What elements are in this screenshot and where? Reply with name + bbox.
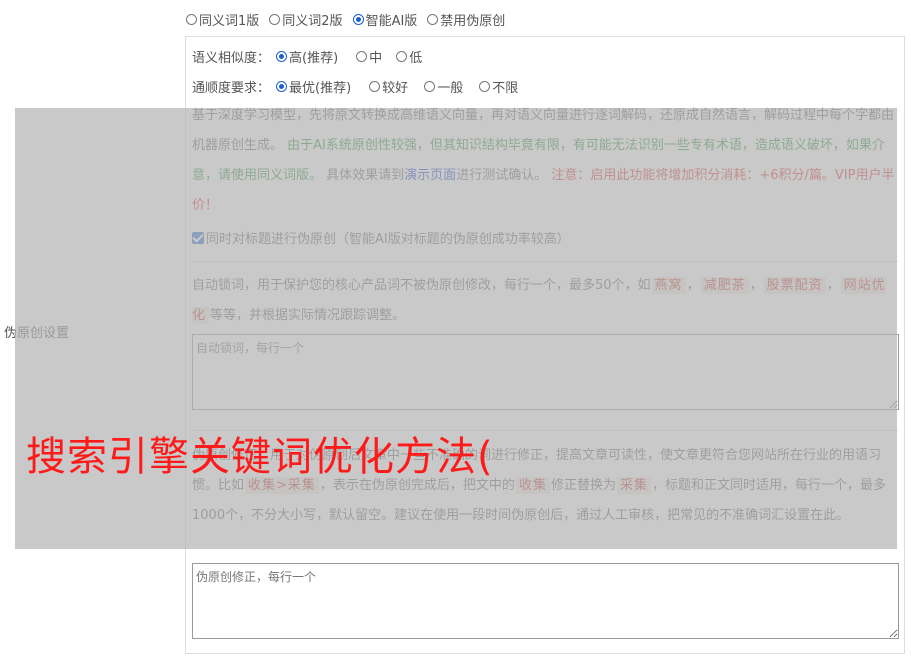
similarity-low[interactable]: 低: [396, 47, 422, 66]
radio-icon[interactable]: [427, 13, 439, 25]
settings-panel: 语义相似度： 高(推荐) 中 低 通顺度要求： 最优(推荐) 较好 一般 不限 …: [185, 36, 905, 654]
similarity-row: 语义相似度： 高(推荐) 中 低: [192, 47, 432, 66]
radio-icon[interactable]: [186, 13, 197, 25]
radio-icon[interactable]: [424, 81, 436, 92]
correction-example: 采集: [616, 477, 651, 494]
title-option-label: 同时对标题进行伪原创（智能AI版对标题的伪原创成功率较高）: [206, 232, 570, 247]
fluency-label: 通顺度要求：: [192, 81, 271, 96]
fluency-row: 通顺度要求： 最优(推荐) 较好 一般 不限: [192, 77, 528, 96]
radio-icon[interactable]: [396, 51, 408, 62]
title-option[interactable]: 同时对标题进行伪原创（智能AI版对标题的伪原创成功率较高）: [192, 228, 570, 247]
fluency-best[interactable]: 最优(推荐): [276, 77, 351, 96]
demo-page-link[interactable]: 演示页面: [404, 168, 456, 183]
mode-option-ai[interactable]: 智能AI版: [352, 10, 417, 29]
divider: [192, 261, 898, 262]
mode-option-disable[interactable]: 禁用伪原创: [427, 10, 505, 29]
fluency-normal[interactable]: 一般: [424, 77, 463, 96]
ai-description: 基于深度学习模型，先将原文转换成高维语义向量，再对语义向量进行逐词解码，还原成自…: [192, 101, 898, 221]
similarity-label: 语义相似度：: [192, 51, 271, 66]
radio-icon[interactable]: [479, 81, 491, 92]
lock-words-description: 自动锁词，用于保护您的核心产品词不被伪原创修改，每行一个，最多50个，如 燕窝，减…: [192, 277, 886, 324]
radio-checked-icon[interactable]: [276, 51, 288, 62]
mode-option-synonym-2[interactable]: 同义词2版: [269, 10, 343, 29]
fluency-good[interactable]: 较好: [369, 77, 408, 96]
correction-input[interactable]: [192, 563, 899, 639]
overlay-ad-text: 搜索引擎关键词优化方法(: [26, 434, 494, 480]
mode-option-synonym-1[interactable]: 同义词1版: [186, 10, 259, 29]
lock-words-input[interactable]: [192, 334, 899, 410]
checkbox-checked-icon[interactable]: [192, 231, 204, 244]
desc-demo-prefix: 具体效果请到: [326, 168, 405, 183]
similarity-high[interactable]: 高(推荐): [276, 47, 338, 66]
fluency-unlimited[interactable]: 不限: [479, 77, 518, 96]
keyword-example: 燕窝: [651, 277, 686, 294]
radio-checked-icon[interactable]: [276, 81, 288, 92]
mode-options: 同义词1版 同义词2版 智能AI版 禁用伪原创: [186, 9, 515, 29]
radio-checked-icon[interactable]: [352, 13, 364, 25]
correction-example: 收集: [515, 477, 550, 494]
section-label: 伪原创设置: [4, 326, 70, 341]
radio-icon[interactable]: [356, 51, 368, 62]
radio-icon[interactable]: [369, 81, 381, 92]
keyword-example: 股票配资: [763, 277, 826, 294]
desc-demo-suffix: 进行测试确认。: [456, 168, 548, 183]
radio-icon[interactable]: [269, 13, 281, 25]
similarity-medium[interactable]: 中: [356, 47, 382, 66]
keyword-example: 减肥茶: [700, 277, 749, 294]
